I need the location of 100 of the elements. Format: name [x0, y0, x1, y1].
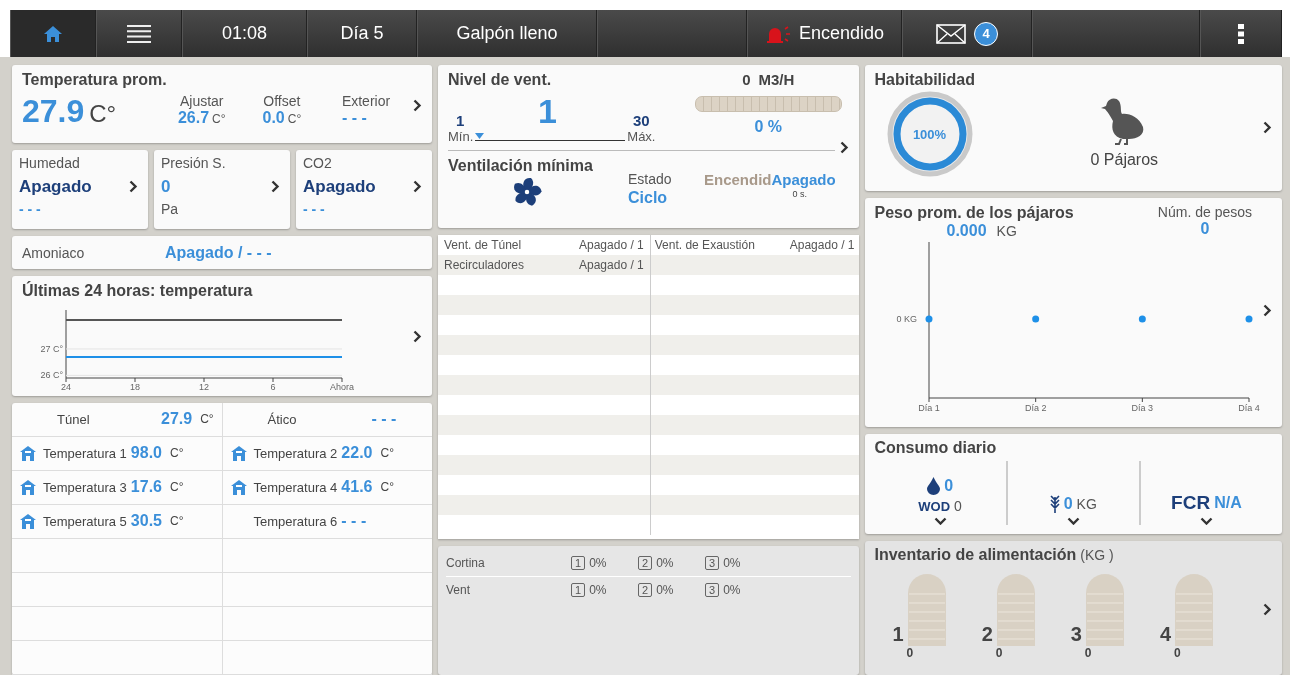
silo-icon: [907, 574, 946, 646]
sensor-value: - - -: [371, 410, 397, 429]
chevron-right-icon[interactable]: [413, 330, 422, 343]
unit-label: C°: [89, 100, 117, 128]
sensor-card[interactable]: CO2 Apagado - - -: [296, 149, 432, 230]
card-title: Consumo diario: [874, 439, 998, 457]
chevron-right-icon[interactable]: [839, 141, 849, 154]
sensor-card[interactable]: Humedad Apagado - - -: [12, 149, 148, 230]
field-label: Exterior: [341, 93, 391, 109]
data-point: [1245, 315, 1252, 323]
sensor-name: Temperatura 3: [43, 480, 127, 495]
silo-amount: 0: [994, 646, 1004, 660]
kebab-menu-icon: [1238, 23, 1244, 44]
card-title: Habitabilidad: [874, 71, 976, 89]
curtain-number: 1: [571, 583, 586, 597]
fcr-value: N/A: [1214, 494, 1242, 512]
minimum-value: 1: [455, 112, 466, 129]
envelope-icon: [936, 23, 966, 44]
message-count-badge: 4: [974, 21, 998, 46]
field-label: Ajustar: [179, 93, 224, 109]
curtain-number: 1: [571, 556, 586, 570]
chevron-right-icon[interactable]: [1263, 121, 1272, 134]
silo-icon: [996, 574, 1035, 646]
sensor-value: 0: [161, 176, 171, 197]
feed-inventory-card[interactable]: Inventario de alimentación (KG ) 1 0 2 0 3 0 4 0: [864, 541, 1282, 675]
chevron-right-icon[interactable]: [413, 179, 422, 193]
state-label: Estado: [628, 171, 673, 187]
x-tick-label: 24: [61, 382, 71, 392]
temperature-card[interactable]: Temperatura prom. 27.9 C° Ajustar 26.7 C° Offset 0.0 C° Exterior - - -: [12, 65, 432, 143]
x-tick-label: Día 4: [1237, 403, 1260, 413]
bird-count: 0 Pájaros: [1090, 151, 1159, 169]
water-drop-icon: [927, 477, 941, 495]
weight-unit: KG: [996, 223, 1017, 239]
sensor-name: Túnel: [56, 412, 91, 427]
x-tick-label: Día 1: [917, 403, 940, 413]
curtain-number: 2: [638, 583, 653, 597]
x-tick-label: Ahora: [330, 382, 354, 392]
weighings-label: Núm. de pesos: [1157, 204, 1252, 220]
sensor-reading: - - -: [303, 200, 326, 217]
house-icon: [230, 480, 247, 495]
chevron-right-icon[interactable]: [413, 99, 422, 112]
sensor-card[interactable]: Presión S. 0 Pa: [154, 149, 290, 230]
sensor-label: CO2: [303, 154, 333, 171]
unit-label: C°: [287, 112, 302, 126]
menu-icon: [127, 24, 151, 43]
state-value: Ciclo: [628, 189, 669, 207]
history-card[interactable]: Últimas 24 horas: temperatura 27 C° 26 C° 24 18 12 6 Ahora: [12, 276, 432, 396]
sensor-name: Temperatura 6: [253, 514, 338, 529]
x-tick-label: Día 2: [1024, 403, 1046, 413]
unit-label: C°: [169, 446, 184, 461]
device-name: Vent. de Exaustión: [654, 238, 755, 252]
home-tab[interactable]: [10, 10, 96, 57]
maximum-label: Máx.: [627, 129, 656, 144]
wod-label: WOD: [918, 498, 951, 514]
chevron-down-icon[interactable]: [1199, 517, 1213, 525]
timer-value: 0 s.: [792, 189, 808, 199]
weight-card[interactable]: Peso prom. de los pájaros 0.000 KG Núm. de pesos 0 0 KG Día 1 Día 2 Día 3 Día 4: [864, 198, 1282, 427]
silo-icon: [1175, 574, 1213, 646]
chevron-right-icon[interactable]: [129, 179, 138, 193]
chevron-right-icon[interactable]: [271, 179, 280, 193]
unit-label: C°: [169, 514, 184, 529]
airflow-unit: M3/H: [758, 71, 795, 88]
chevron-down-icon[interactable]: [933, 517, 947, 525]
curtain-percent: 0%: [723, 556, 741, 570]
house-icon: [20, 480, 36, 495]
field-value: 26.7: [177, 109, 210, 126]
sensor-value: 22.0: [341, 444, 373, 463]
curtain-number: 3: [705, 583, 720, 597]
wheat-icon: [1049, 494, 1060, 514]
wod-value: 0: [954, 498, 962, 514]
average-temperature: 27.9: [22, 93, 85, 130]
weighings-count: 0: [1200, 220, 1210, 238]
card-title: Inventario de alimentación: [874, 546, 1077, 564]
unit-label: C°: [380, 480, 394, 495]
sensor-name: Temperatura 2: [253, 446, 338, 461]
sensor-value: Apagado: [303, 176, 376, 197]
sensor-value: 41.6: [341, 478, 373, 497]
silo-number: 4: [1159, 623, 1171, 646]
ventilation-level: 1: [538, 93, 558, 129]
silo-amount: 0: [1172, 646, 1182, 660]
x-tick-label: 18: [130, 382, 140, 392]
chevron-down-icon[interactable]: [1066, 517, 1080, 525]
chevron-right-icon[interactable]: [1263, 304, 1272, 317]
habitability-card[interactable]: Habitabilidad 100% 0 Pájaros: [864, 65, 1282, 191]
airflow-value: 0: [742, 71, 751, 88]
ammonia-label: Amoniaco: [22, 244, 86, 261]
field-value: - - -: [341, 109, 367, 126]
house-icon: [230, 446, 247, 461]
sensor-value: Apagado: [19, 176, 92, 197]
on-label: Encendid: [704, 171, 772, 188]
unit-label: C°: [212, 112, 226, 126]
home-icon: [43, 24, 63, 43]
feed-value: 0: [1063, 495, 1073, 513]
y-tick-label: 26 C°: [40, 370, 63, 381]
sensor-name: Temperatura 4: [253, 480, 338, 495]
ventilation-card[interactable]: Nivel de vent. 1 1 30 Mín. Máx. 0 M3/H 0 % Ventilación mínima Estado Ciclo EncendidApagado 0 s.: [438, 65, 859, 228]
chevron-right-icon[interactable]: [1263, 603, 1272, 616]
silo-icon: [1085, 574, 1124, 646]
fcr-label: FCR: [1171, 492, 1211, 514]
field-label: Offset: [263, 93, 301, 109]
